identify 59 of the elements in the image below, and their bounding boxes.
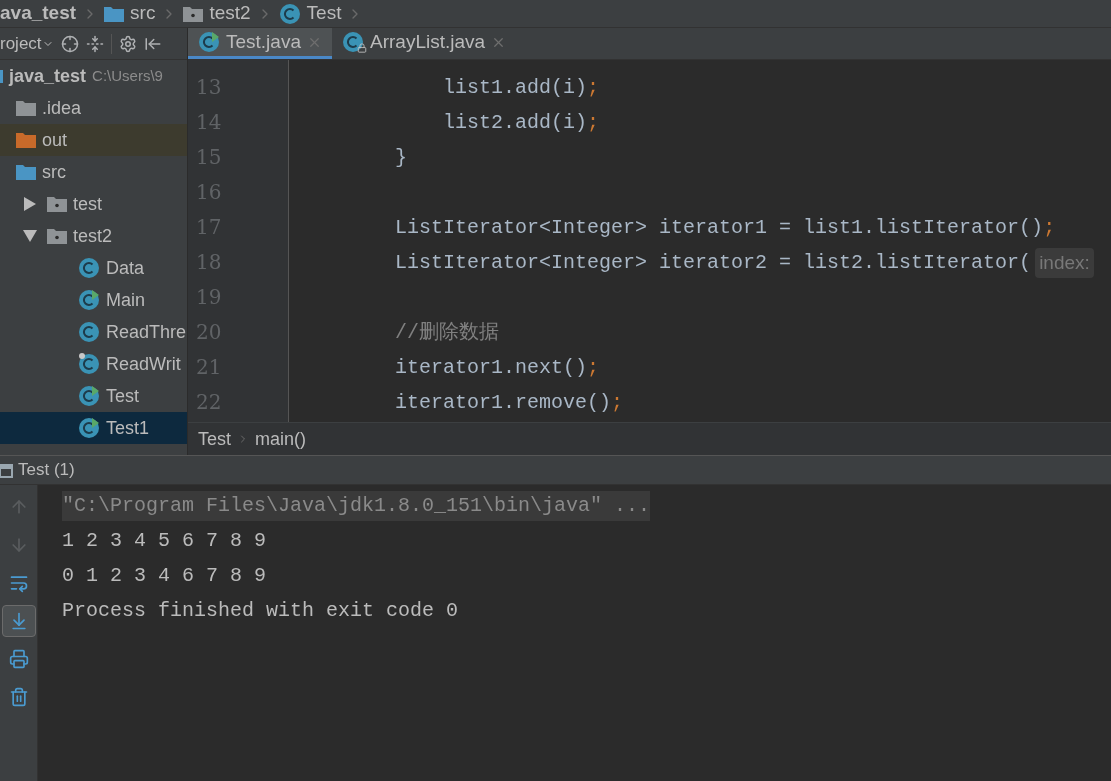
package-folder-icon xyxy=(183,5,204,22)
class-icon xyxy=(78,321,100,343)
breadcrumb-item[interactable]: src xyxy=(104,0,156,28)
code-comment: //删除数据 xyxy=(395,319,499,346)
console-output: Process finished with exit code 0 xyxy=(62,597,459,624)
code-text: ; xyxy=(611,389,624,416)
code-text: list1.add(i) xyxy=(442,74,588,101)
expanded-arrow-icon[interactable] xyxy=(23,230,37,242)
code-text: iterator1.next() xyxy=(394,354,588,381)
settings-icon[interactable] xyxy=(118,34,137,53)
project-view-dropdown[interactable]: roject xyxy=(0,30,54,57)
run-panel-title[interactable]: Test (1) xyxy=(18,457,75,483)
crosshair-icon[interactable] xyxy=(60,34,79,53)
code-text: list2.add(i) xyxy=(442,109,588,136)
class-icon xyxy=(78,417,100,439)
tree-item[interactable]: ReadThre xyxy=(0,316,187,348)
class-icon xyxy=(198,31,220,53)
class-icon xyxy=(78,385,100,407)
tree-item[interactable]: test xyxy=(0,188,187,220)
package-folder-icon xyxy=(47,228,67,244)
tree-item[interactable]: Main xyxy=(0,284,187,316)
collapsed-arrow-icon[interactable] xyxy=(24,197,36,211)
tree-item[interactable]: .idea xyxy=(0,92,187,124)
class-icon xyxy=(78,257,100,279)
lock-icon xyxy=(357,43,367,53)
tree-item[interactable]: Test1 xyxy=(0,412,187,444)
console-output: 0 1 2 3 4 6 7 8 9 xyxy=(62,562,267,589)
tree-item[interactable]: java_test C:\Users\9 xyxy=(0,60,187,92)
parameter-hint: index: xyxy=(1035,247,1094,278)
scroll-to-end-icon[interactable] xyxy=(1,605,36,637)
console-output: 1 2 3 4 5 6 7 8 9 xyxy=(62,527,267,554)
folder-icon xyxy=(104,5,125,22)
breadcrumb-item[interactable]: main() xyxy=(255,425,307,453)
breadcrumb-item[interactable]: Test xyxy=(278,0,342,28)
code-text: ListIterator<Integer> iterator2 = list2.listIterator( xyxy=(394,249,1032,276)
code-text: ListIterator<Integer> iterator1 = list1.listIterator() xyxy=(394,214,1044,241)
code-text: ; xyxy=(587,109,600,136)
tree-item[interactable]: ReadWrit xyxy=(0,348,187,380)
tree-item[interactable]: test2 xyxy=(0,220,187,252)
tree-item[interactable]: Data xyxy=(0,252,187,284)
class-icon xyxy=(78,353,100,375)
collapse-all-icon[interactable] xyxy=(85,34,104,53)
tree-item[interactable]: Test xyxy=(0,380,187,412)
tree-item[interactable]: out xyxy=(0,124,187,156)
code-text: ; xyxy=(1043,214,1056,241)
code-text: ; xyxy=(587,354,600,381)
breadcrumb-item[interactable]: test2 xyxy=(183,0,251,28)
breadcrumb-item[interactable]: Test xyxy=(198,425,231,453)
class-icon xyxy=(342,31,364,53)
package-folder-icon xyxy=(47,196,67,212)
editor-tab[interactable]: Test.java xyxy=(188,28,332,59)
run-tab-icon xyxy=(0,462,14,478)
breadcrumb-item[interactable]: ava_test xyxy=(0,0,77,28)
code-text: } xyxy=(394,144,408,171)
code-text: ; xyxy=(587,74,600,101)
class-icon xyxy=(78,289,100,311)
class-icon xyxy=(278,2,301,25)
tree-item[interactable]: src xyxy=(0,156,187,188)
code-text: iterator1.remove() xyxy=(394,389,612,416)
